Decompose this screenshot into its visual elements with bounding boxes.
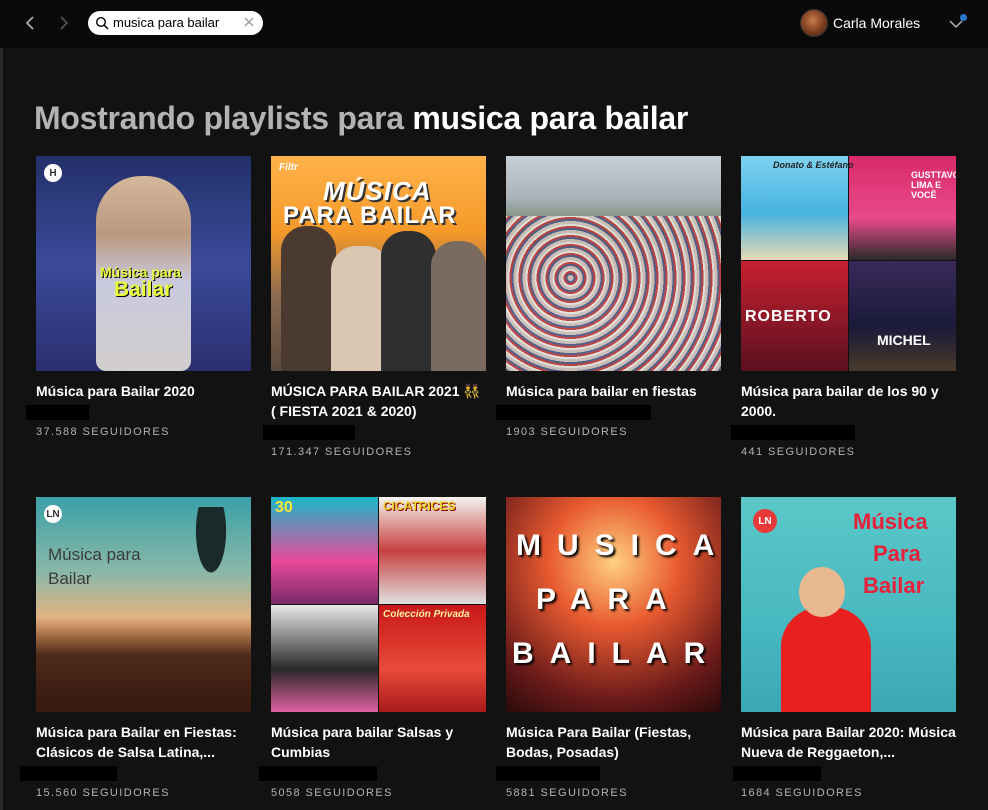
search-query: musica para bailar [113,15,220,30]
left-edge [0,48,3,810]
cover-text: Bailar [48,569,92,588]
top-bar: musica para bailar Carla Morales [0,0,988,48]
cover-text: MUSICA [516,529,721,562]
user-name[interactable]: Carla Morales [833,15,920,31]
follower-count: 5881 SEGUIDORES [506,787,628,799]
redacted-owner [20,766,117,781]
playlist-title[interactable]: MÚSICA PARA BAILAR 2021 👯 ( FIESTA 2021 … [271,381,486,421]
brand-logo: H [44,164,62,182]
playlist-cover[interactable]: H Música para Bailar [36,156,251,371]
brand-logo: Filtr [279,162,298,173]
clear-search-icon[interactable] [243,16,255,28]
page-title-query: musica para bailar [412,100,689,136]
playlist-card[interactable]: Música para bailar en fiestas 1903 SEGUI… [496,156,721,438]
cover-text: Música [853,509,928,534]
follower-count: 171.347 SEGUIDORES [271,446,413,458]
playlist-card[interactable]: LN Música para Bailar Música para Bailar… [20,497,251,799]
back-button[interactable] [18,11,42,35]
playlist-cover[interactable]: LN Música para Bailar [36,497,251,712]
playlist-title[interactable]: Música para bailar Salsas y Cumbias [271,722,486,762]
follower-count: 441 SEGUIDORES [741,446,856,458]
playlist-card[interactable]: Filtr MÚSICA PARA BAILAR MÚSICA PARA BAI… [263,156,486,458]
chevron-right-icon [60,16,69,30]
user-menu[interactable]: Carla Morales [800,9,920,37]
follower-count: 5058 SEGUIDORES [271,787,393,799]
playlist-card[interactable]: LN Música Para Bailar Música para Bailar… [733,497,956,799]
playlist-card[interactable]: 30 CICATRICES Colección Privada Música p… [259,497,486,799]
playlist-title[interactable]: Música para bailar en fiestas [506,381,721,401]
cover-text: Música para [48,545,141,564]
redacted-owner [733,766,821,781]
cover-text: PARA [536,583,683,616]
redacted-owner [263,425,355,440]
cover-text: Bailar [114,278,173,301]
playlist-card[interactable]: Donato & Estéfano GUSTTAVO LIMA E VOCÊ R… [731,156,956,458]
avatar[interactable] [800,9,828,37]
brand-logo: LN [44,505,62,523]
cover-text: 30 [275,499,293,516]
playlist-cover[interactable]: MUSICA PARA BAILAR [506,497,721,712]
redacted-owner [259,766,377,781]
playlist-cover[interactable] [506,156,721,371]
playlist-title[interactable]: Música para Bailar en Fiestas: Clásicos … [36,722,251,762]
cover-text: BAILAR [512,637,721,670]
cover-text: Bailar [863,573,925,598]
cover-text: GUSTTAVO LIMA E VOCÊ [911,170,956,200]
cover-text: PARA BAILAR [283,202,457,229]
follower-count: 1903 SEGUIDORES [506,426,628,438]
playlist-cover[interactable]: Donato & Estéfano GUSTTAVO LIMA E VOCÊ R… [741,156,956,371]
redacted-owner [26,405,89,420]
brand-logo: LN [753,509,777,533]
follower-count: 1684 SEGUIDORES [741,787,863,799]
page-title-prefix: Mostrando playlists para [34,100,413,136]
playlist-card[interactable]: MUSICA PARA BAILAR Música Para Bailar (F… [496,497,721,799]
playlist-cover[interactable]: Filtr MÚSICA PARA BAILAR [271,156,486,371]
redacted-owner [496,766,600,781]
playlist-cover[interactable]: LN Música Para Bailar [741,497,956,712]
search-input[interactable]: musica para bailar [88,11,263,35]
follower-count: 37.588 SEGUIDORES [36,426,170,438]
playlist-title[interactable]: Música para Bailar 2020: Música Nueva de… [741,722,956,762]
chevron-left-icon [25,16,34,30]
playlist-title[interactable]: Música Para Bailar (Fiestas, Bodas, Posa… [506,722,721,762]
cover-text: MICHEL [877,332,931,348]
cover-text: CICATRICES [383,499,456,513]
cover-text: Donato & Estéfano [773,160,854,170]
search-icon [95,16,109,30]
forward-button[interactable] [52,11,76,35]
playlist-card[interactable]: H Música para Bailar Música para Bailar … [26,156,251,438]
follower-count: 15.560 SEGUIDORES [36,787,170,799]
notification-dot [960,14,967,21]
redacted-owner [496,405,651,420]
playlist-title[interactable]: Música para bailar de los 90 y 2000. [741,381,956,421]
redacted-owner [731,425,855,440]
playlist-cover[interactable]: 30 CICATRICES Colección Privada [271,497,486,712]
cover-text: ROBERTO [745,308,832,325]
playlist-title[interactable]: Música para Bailar 2020 [36,381,251,401]
cover-text: Colección Privada [383,609,470,620]
cover-text: Para [873,541,921,566]
page-title: Mostrando playlists para musica para bai… [34,100,688,137]
